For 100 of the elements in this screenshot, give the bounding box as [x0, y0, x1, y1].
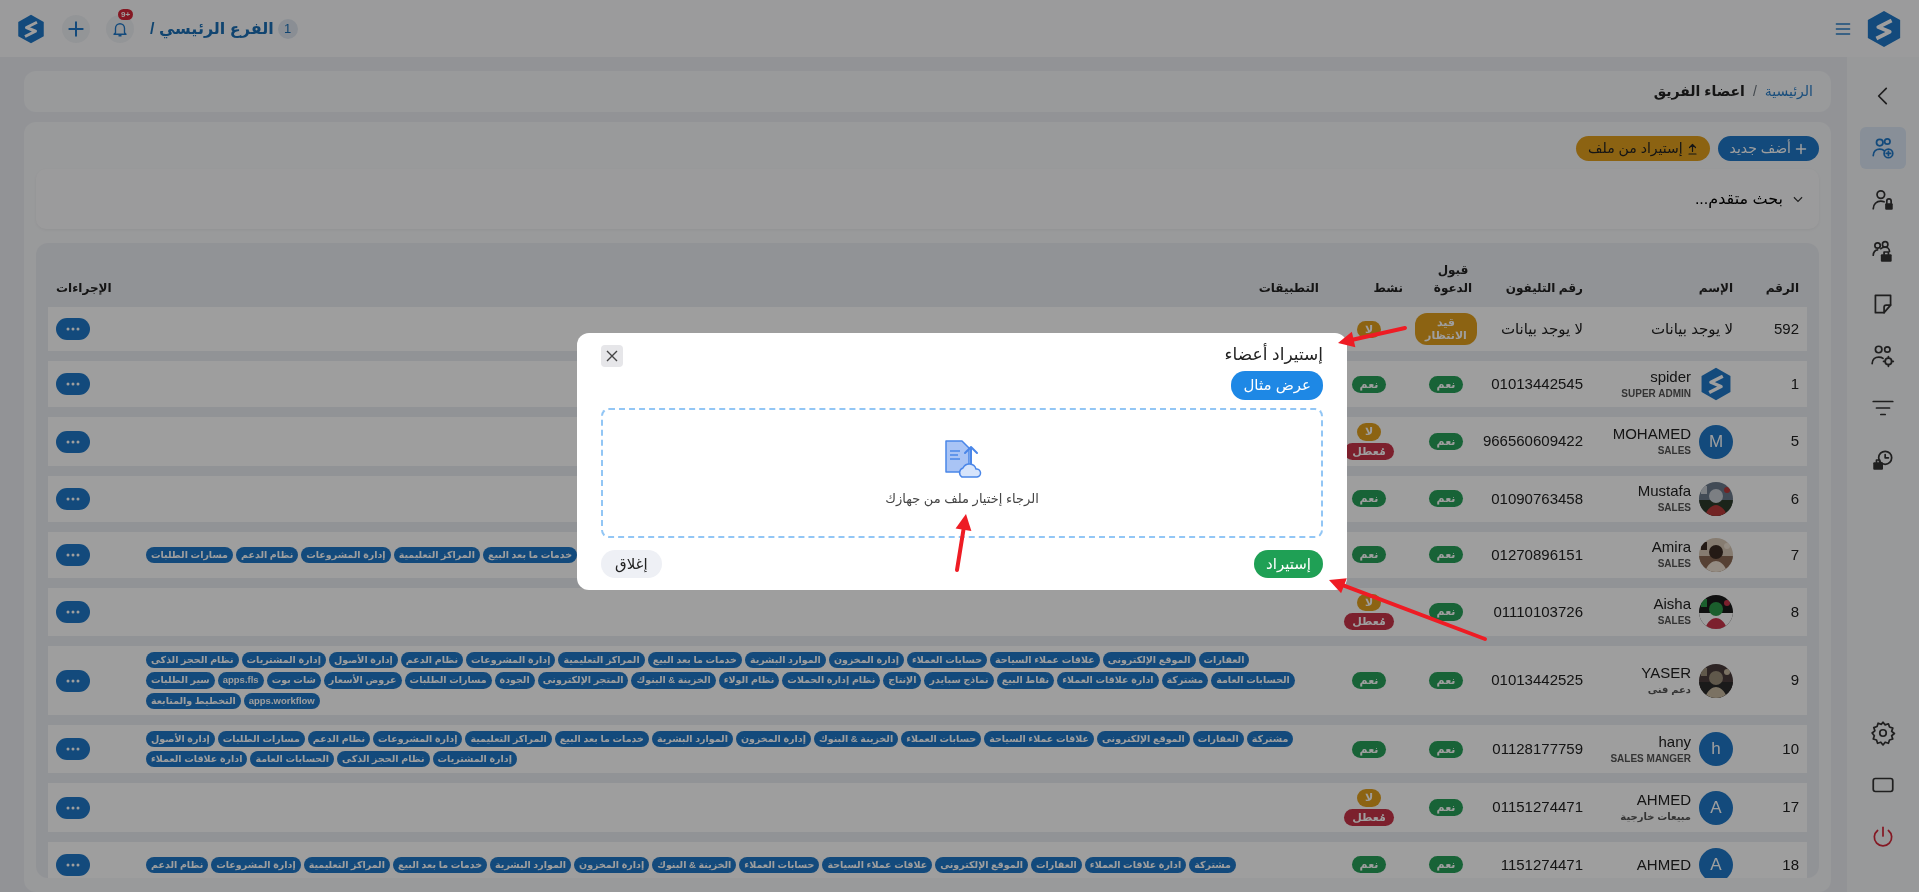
more-button[interactable] [56, 669, 90, 692]
member-name: hany [1657, 732, 1691, 751]
row-number: 7 [1790, 545, 1799, 563]
more-button[interactable] [56, 600, 90, 623]
app-tag: خدمات ما بعد البيع [554, 730, 649, 748]
member-role: SALES [1656, 501, 1691, 516]
app-tag: إدارة المشروعات [301, 546, 391, 563]
breadcrumb-link[interactable]: اعضاء الفريق [1653, 81, 1745, 102]
member-name: MOHAMED [1612, 425, 1691, 444]
status-badge: مُعطل [1344, 442, 1394, 460]
add-button[interactable] [62, 14, 90, 43]
member-name: AHMED [1635, 791, 1691, 810]
app-tag: إدارة المخزون [828, 652, 904, 669]
avatar: A [1699, 847, 1733, 878]
app-tag: إدارة المشروعات [466, 652, 556, 669]
app-tag: سير الطلبات [146, 672, 215, 689]
status-badge: نعم [1428, 375, 1464, 393]
member-name: spider [1649, 367, 1691, 386]
logo-icon [1699, 367, 1733, 402]
app-tag: الإنتاج [883, 672, 922, 689]
status-badge: قيد الانتظار [1415, 313, 1477, 346]
app-tag: عروض الأسعار [323, 672, 402, 689]
column-header: التطبيقات [1258, 281, 1319, 295]
app-tag: علاقات عملاء السياحة [984, 730, 1094, 748]
notifications-button[interactable] [106, 14, 134, 43]
app-tag: الموقع الإلكترونى [1102, 652, 1196, 669]
more-button[interactable] [56, 487, 90, 510]
app-tag: ادارة علاقات العملاء [1084, 856, 1187, 873]
breadcrumb-link[interactable]: الرئيسية [1764, 81, 1813, 102]
member-name: YASER [1641, 664, 1691, 682]
app-tag: المراكز التعليمية [303, 856, 390, 873]
add-new-button[interactable]: أضف جديد [1717, 136, 1819, 161]
close-button[interactable] [601, 345, 623, 367]
users-add-icon [1870, 135, 1896, 161]
avatar: M [1699, 424, 1733, 459]
member-role: SALES [1656, 444, 1691, 459]
app-tag: الخزينة & البنوك [652, 856, 737, 873]
plus-icon [66, 18, 86, 39]
more-button[interactable] [56, 796, 90, 819]
status-badge: نعم [1351, 740, 1387, 758]
phone-number: 01151274471 [1492, 798, 1583, 816]
more-button[interactable] [56, 430, 90, 453]
row-number: 1 [1790, 375, 1799, 393]
sidebar-button[interactable] [1860, 127, 1906, 169]
app-tag: مسارات الطلبات [217, 730, 305, 748]
app-tag: نظام الدعم [307, 730, 371, 748]
app-tag: نظام إدارة الحملات [782, 672, 881, 689]
dots-icon [66, 439, 80, 444]
settings-icon [1870, 720, 1896, 746]
example-button[interactable]: عرض مثال [1231, 371, 1323, 400]
app-tag: مسارات الطلبات [404, 672, 492, 689]
status-badge: نعم [1351, 375, 1387, 393]
app-tag: الخزينة & البنوك [631, 672, 716, 689]
app-tag: الجودة [494, 672, 535, 689]
app-tag: نظام الدعم [146, 856, 209, 873]
phone-number: 01110103726 [1493, 602, 1583, 620]
app-tag: apps.fls [217, 672, 264, 689]
file-dropzone[interactable]: الرجاء إختيار ملف من جهازك [601, 407, 1323, 538]
advanced-search-toggle[interactable]: بحث متقدم... [36, 169, 1819, 229]
app-tag: المراكز التعليمية [465, 730, 552, 748]
app-tag: التخطيط والمتابعة [146, 692, 241, 709]
import-file-button[interactable]: إستيراد من ملف [1576, 136, 1710, 161]
row-number: 592 [1773, 319, 1799, 337]
phone-number: 01128177759 [1492, 739, 1583, 757]
branch-name[interactable]: الفرع الرئيسي / [150, 16, 274, 41]
app-tag: نظام الدعم [400, 652, 464, 669]
app-tag: الحسابات العامة [250, 751, 335, 768]
app-tag: الحسابات العامة [1211, 672, 1295, 689]
dots-icon [66, 327, 80, 332]
import-button[interactable]: إستيراد [1254, 549, 1323, 578]
member-name: Mustafa [1637, 482, 1691, 501]
row-number: 17 [1782, 798, 1799, 816]
member-role: SALES MANGER [1610, 751, 1691, 766]
avatar: h [1699, 732, 1733, 767]
status-badge: نعم [1351, 546, 1387, 564]
status-badge: نعم [1351, 490, 1387, 508]
user-lock-icon [1870, 187, 1896, 213]
app-tag: علاقات عملاء السياحة [822, 856, 933, 873]
app-tag: خدمات ما بعد البيع [647, 652, 742, 669]
member-role: دعم فنى [1646, 683, 1691, 697]
row-number: 5 [1790, 432, 1799, 450]
status-badge: لا [1356, 423, 1382, 441]
member-name: AHMED [1636, 855, 1691, 874]
app-tag: الموارد البشرية [744, 652, 826, 669]
app-tag: إدارة المخزون [735, 730, 811, 748]
more-button[interactable] [56, 738, 90, 761]
member-role: SALES [1656, 614, 1691, 629]
status-badge: نعم [1428, 546, 1464, 564]
dots-icon [66, 496, 80, 501]
more-button[interactable] [56, 543, 90, 566]
column-header: رقم التليفون [1505, 281, 1583, 295]
more-button[interactable] [56, 373, 90, 396]
branch-count: 1 [277, 18, 298, 39]
app-tag: نظام الدعم [236, 546, 299, 563]
more-button[interactable] [56, 853, 90, 876]
more-button[interactable] [56, 318, 90, 341]
app-tag: إدارة المشتريات [241, 652, 326, 669]
close-dialog-button[interactable]: إغلاق [601, 549, 662, 578]
notification-badge: +9 [118, 8, 134, 21]
member-name: لا يوجد بيانات [1650, 320, 1733, 339]
